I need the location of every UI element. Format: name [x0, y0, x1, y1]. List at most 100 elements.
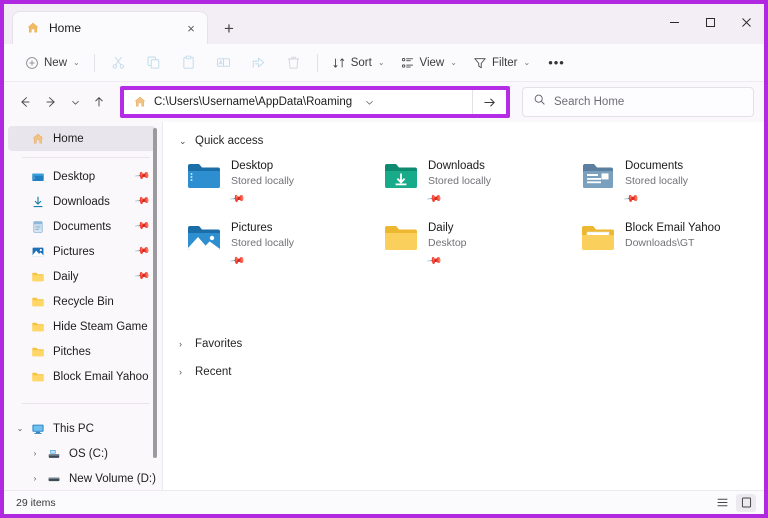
documents-icon	[30, 219, 46, 235]
file-explorer-window: Home × + New ⌄ Sort ⌄ View ⌄ Filter ⌄ ••…	[4, 4, 764, 514]
pin-icon[interactable]: 📌	[133, 193, 150, 209]
folder-icon	[30, 369, 46, 385]
chevron-down-icon[interactable]: ⌄	[179, 136, 188, 147]
recent-locations-button[interactable]	[64, 89, 86, 115]
tile-subtitle: Stored locally	[231, 175, 295, 187]
quick-access-group-header[interactable]: ⌄ Quick access	[173, 130, 764, 152]
copy-button[interactable]	[137, 49, 170, 77]
sidebar-item-daily[interactable]: Daily 📌	[8, 264, 156, 289]
view-toggles	[712, 493, 756, 512]
tab-strip: Home × +	[4, 11, 244, 44]
pictures-folder-icon	[187, 223, 221, 253]
sidebar-item-hide-steam-game[interactable]: Hide Steam Game	[8, 314, 156, 339]
view-button[interactable]: View ⌄	[394, 49, 464, 77]
tile-text: Block Email Yahoo Downloads\GT	[625, 220, 720, 251]
search-input[interactable]: Search Home	[554, 96, 624, 108]
tile-desktop[interactable]: Desktop Stored locally 📌	[187, 156, 384, 208]
sidebar-item-downloads[interactable]: Downloads 📌	[8, 189, 156, 214]
up-button[interactable]	[86, 89, 112, 115]
folder-icon	[30, 269, 46, 285]
copy-icon	[146, 55, 161, 70]
maximize-button[interactable]	[692, 4, 728, 40]
tile-downloads[interactable]: Downloads Stored locally 📌	[384, 156, 581, 208]
sidebar-item-label: Pitches	[53, 345, 91, 358]
favorites-group-header[interactable]: › Favorites	[173, 332, 764, 356]
sidebar-item-this-pc[interactable]: ⌄ This PC	[8, 416, 156, 441]
pin-icon[interactable]: 📌	[133, 218, 150, 234]
title-bar: Home × +	[4, 4, 764, 44]
tile-name: Desktop	[231, 160, 274, 172]
pin-icon: 📌	[425, 253, 443, 270]
pin-icon[interactable]: 📌	[133, 268, 150, 284]
list-view-button[interactable]	[736, 493, 756, 512]
quick-access-grid: Desktop Stored locally 📌 Downloads Store…	[173, 156, 764, 270]
details-view-button[interactable]	[712, 494, 732, 512]
sidebar-divider-2	[22, 403, 150, 404]
tile-block-email-yahoo[interactable]: Block Email Yahoo Downloads\GT	[581, 218, 764, 270]
sidebar-item-block-email-yahoo[interactable]: Block Email Yahoo	[8, 364, 156, 389]
chevron-right-icon[interactable]: ›	[179, 339, 188, 349]
sidebar-item-new-volume-d[interactable]: › New Volume (D:)	[8, 466, 156, 490]
downloads-icon	[30, 194, 46, 210]
pin-icon: 📌	[228, 191, 246, 208]
sidebar-item-label: Hide Steam Game	[53, 320, 148, 333]
share-button[interactable]	[242, 49, 275, 77]
tile-documents[interactable]: Documents Stored locally 📌	[581, 156, 764, 208]
paste-button[interactable]	[172, 49, 205, 77]
pin-icon: 📌	[622, 191, 640, 208]
sidebar-scrollbar-thumb[interactable]	[153, 128, 157, 458]
home-icon	[132, 94, 148, 110]
sidebar-item-desktop[interactable]: Desktop 📌	[8, 164, 156, 189]
folder-icon	[30, 319, 46, 335]
sidebar-item-home[interactable]: Home	[8, 126, 156, 151]
plus-circle-icon	[25, 56, 39, 70]
delete-button[interactable]	[277, 49, 310, 77]
sidebar-item-label: Home	[53, 132, 84, 145]
recent-group-header[interactable]: › Recent	[173, 360, 764, 384]
tile-pictures[interactable]: Pictures Stored locally 📌	[187, 218, 384, 270]
sidebar-item-recycle-bin[interactable]: Recycle Bin	[8, 289, 156, 314]
chevron-down-icon[interactable]: ⌄	[15, 424, 25, 433]
sidebar-item-documents[interactable]: Documents 📌	[8, 214, 156, 239]
pin-icon: 📌	[228, 253, 246, 270]
sort-icon	[332, 56, 346, 70]
chevron-right-icon[interactable]: ›	[30, 449, 40, 458]
tab-title: Home	[49, 21, 82, 35]
tile-daily[interactable]: Daily Desktop 📌	[384, 218, 581, 270]
content-pane: ⌄ Quick access Desktop Stored locally 📌 …	[162, 122, 764, 490]
address-dropdown-icon[interactable]	[358, 97, 380, 108]
pin-icon[interactable]: 📌	[133, 168, 150, 184]
back-button[interactable]	[12, 89, 38, 115]
chevron-down-icon: ⌄	[523, 58, 531, 67]
sidebar-item-pictures[interactable]: Pictures 📌	[8, 239, 156, 264]
search-box[interactable]: Search Home	[522, 87, 754, 117]
pin-icon[interactable]: 📌	[133, 243, 150, 259]
sidebar-item-pitches[interactable]: Pitches	[8, 339, 156, 364]
downloads-folder-icon	[384, 161, 418, 191]
cut-button[interactable]	[102, 49, 135, 77]
tab-close-icon[interactable]: ×	[181, 18, 201, 38]
filter-button[interactable]: Filter ⌄	[466, 49, 537, 77]
sidebar-item-os-c[interactable]: › OS (C:)	[8, 441, 156, 466]
chevron-right-icon[interactable]: ›	[30, 474, 40, 483]
address-bar[interactable]: C:\Users\Username\AppData\Roaming	[124, 90, 472, 114]
sidebar-scrollbar[interactable]	[150, 128, 160, 484]
close-button[interactable]	[728, 4, 764, 40]
tab-home[interactable]: Home ×	[12, 11, 208, 44]
forward-button[interactable]	[38, 89, 64, 115]
caption-buttons	[656, 4, 764, 40]
screenshot-root: Home × + New ⌄ Sort ⌄ View ⌄ Filter ⌄ ••…	[0, 0, 768, 518]
tile-text: Desktop Stored locally 📌	[228, 158, 295, 208]
share-icon	[251, 55, 266, 70]
tile-subtitle: Downloads\GT	[625, 237, 695, 249]
sort-button[interactable]: Sort ⌄	[325, 49, 392, 77]
rename-button[interactable]	[207, 49, 240, 77]
address-go-button[interactable]	[472, 90, 506, 114]
more-options-button[interactable]: •••	[539, 49, 574, 77]
new-tab-button[interactable]: +	[214, 14, 244, 44]
minimize-button[interactable]	[656, 4, 692, 40]
tile-text: Downloads Stored locally 📌	[426, 158, 491, 208]
new-button[interactable]: New ⌄	[18, 49, 87, 77]
chevron-right-icon[interactable]: ›	[179, 367, 188, 377]
sidebar-divider	[22, 157, 150, 158]
